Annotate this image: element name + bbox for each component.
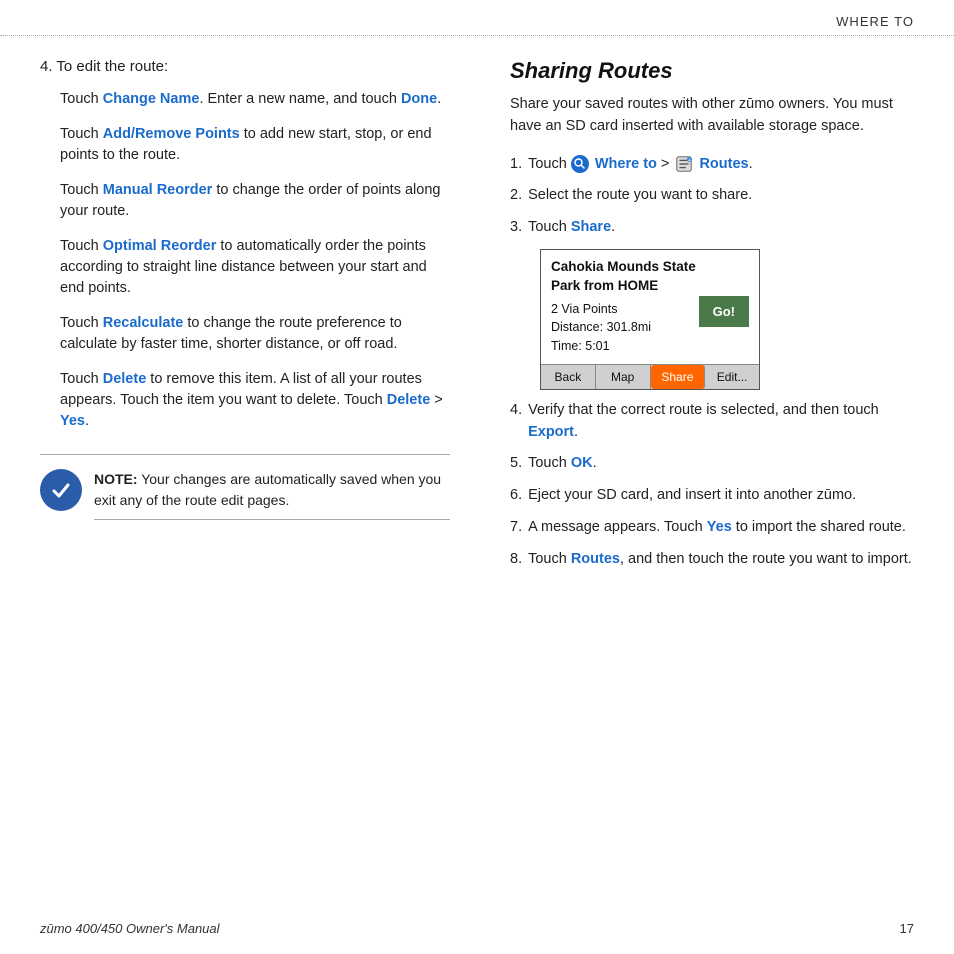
routes-icon: + (675, 155, 693, 173)
section-title: Sharing Routes (510, 58, 914, 84)
touch-item-recalculate: Touch Recalculate to change the route pr… (40, 313, 450, 355)
step6-num: 6. (510, 485, 522, 507)
keyword-recalculate: Recalculate (103, 315, 184, 331)
step4-num: 4. (510, 400, 522, 444)
keyword-routes2: Routes (571, 551, 620, 567)
step4-text: Verify that the correct route is selecte… (528, 400, 914, 444)
keyword-delete: Delete (103, 371, 147, 387)
left-column: 4. To edit the route: Touch Change Name.… (40, 58, 470, 870)
touch-item-delete: Touch Delete to remove this item. A list… (40, 369, 450, 432)
steps-after-list: 4. Verify that the correct route is sele… (510, 400, 914, 571)
main-content: 4. To edit the route: Touch Change Name.… (0, 36, 954, 890)
step3-num: 3. (510, 217, 522, 239)
step3-text: Touch Share. (528, 217, 615, 239)
search-icon (571, 155, 589, 173)
share-button[interactable]: Share (651, 365, 706, 389)
keyword-whereto: Where to (595, 156, 657, 172)
note-bold: NOTE: (94, 471, 138, 487)
step1-text: Touch Where to > (528, 154, 753, 176)
keyword-share: Share (571, 219, 611, 235)
keyword-manual: Manual Reorder (103, 182, 213, 198)
step5-text: Touch OK. (528, 453, 597, 475)
go-button[interactable]: Go! (699, 296, 749, 327)
page-header: Where To (0, 0, 954, 36)
right-column: Sharing Routes Share your saved routes w… (500, 58, 914, 870)
step7-text: A message appears. Touch Yes to import t… (528, 517, 906, 539)
keyword-ok: OK (571, 455, 593, 471)
touch-item-changename: Touch Change Name. Enter a new name, and… (40, 89, 450, 110)
keyword-addremove: Add/Remove Points (103, 126, 240, 142)
step2-text: Select the route you want to share. (528, 185, 752, 207)
svg-text:+: + (688, 157, 691, 162)
footer-manual: zūmo 400/450 Owner's Manual (40, 921, 220, 936)
step4-header: 4. To edit the route: (40, 58, 450, 75)
step-3: 3. Touch Share. (510, 217, 914, 239)
step-5: 5. Touch OK. (510, 453, 914, 475)
step-7: 7. A message appears. Touch Yes to impor… (510, 517, 914, 539)
page: Where To 4. To edit the route: Touch Cha… (0, 0, 954, 954)
keyword-yes2: Yes (707, 519, 732, 535)
touch-item-manual: Touch Manual Reorder to change the order… (40, 180, 450, 222)
screenshot-content: Cahokia Mounds StatePark from HOME 2 Via… (541, 250, 759, 364)
steps-list: 1. Touch Where to > (510, 154, 914, 239)
step5-num: 5. (510, 453, 522, 475)
page-title: Where To (836, 14, 914, 29)
step1-num: 1. (510, 154, 522, 176)
step-1: 1. Touch Where to > (510, 154, 914, 176)
keyword-delete2: Delete (387, 392, 431, 408)
keyword-optimal: Optimal Reorder (103, 238, 217, 254)
step8-text: Touch Routes, and then touch the route y… (528, 549, 912, 571)
step-6: 6. Eject your SD card, and insert it int… (510, 485, 914, 507)
touch-item-optimal: Touch Optimal Reorder to automatically o… (40, 236, 450, 299)
keyword-done: Done (401, 91, 437, 107)
edit-button[interactable]: Edit... (705, 365, 759, 389)
screenshot-buttons: Back Map Share Edit... (541, 364, 759, 389)
step-2: 2. Select the route you want to share. (510, 185, 914, 207)
step7-num: 7. (510, 517, 522, 539)
touch-item-addremove: Touch Add/Remove Points to add new start… (40, 124, 450, 166)
footer-page: 17 (900, 921, 914, 936)
step6-text: Eject your SD card, and insert it into a… (528, 485, 856, 507)
section-desc: Share your saved routes with other zūmo … (510, 94, 914, 138)
step-8: 8. Touch Routes, and then touch the rout… (510, 549, 914, 571)
back-button[interactable]: Back (541, 365, 596, 389)
note-box: NOTE: Your changes are automatically sav… (40, 454, 450, 520)
note-text: NOTE: Your changes are automatically sav… (94, 469, 450, 520)
screenshot-details: 2 Via Points Distance: 301.8mi Time: 5:0… (551, 300, 651, 356)
screenshot-title: Cahokia Mounds StatePark from HOME (551, 258, 749, 296)
step-4: 4. Verify that the correct route is sele… (510, 400, 914, 444)
keyword-export: Export (528, 424, 574, 440)
map-button[interactable]: Map (596, 365, 651, 389)
keyword-changename: Change Name (103, 91, 200, 107)
page-footer: zūmo 400/450 Owner's Manual 17 (40, 921, 914, 936)
note-icon (40, 469, 82, 511)
keyword-yes: Yes (60, 413, 85, 429)
screenshot-box: Cahokia Mounds StatePark from HOME 2 Via… (540, 249, 760, 390)
step8-num: 8. (510, 549, 522, 571)
step2-num: 2. (510, 185, 522, 207)
checkmark-icon (50, 479, 72, 501)
keyword-routes: Routes (699, 156, 748, 172)
